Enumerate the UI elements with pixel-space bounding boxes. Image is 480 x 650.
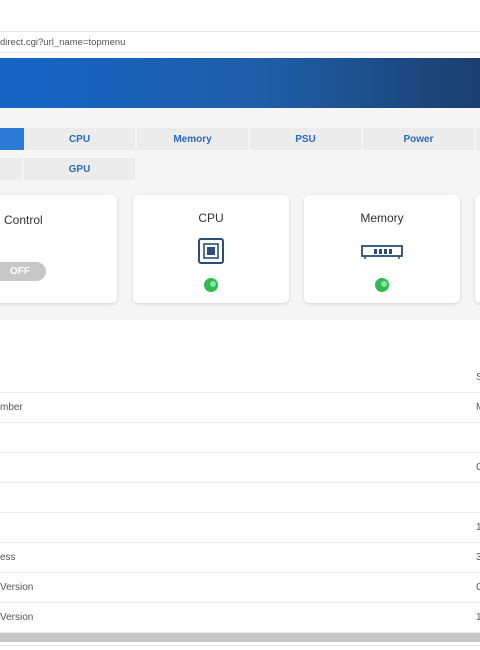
url-text[interactable]: direct.cgi?url_name=topmenu [0,37,125,48]
browser-toolbar [0,0,480,32]
tab-label: CPU [68,133,91,145]
tab-power[interactable]: Power [363,128,474,150]
row-value: C [476,462,480,473]
tab-memory[interactable]: Memory [137,128,248,150]
status-strip [0,645,480,650]
next-card-partial[interactable] [475,195,480,303]
address-bar[interactable]: direct.cgi?url_name=topmenu [0,33,480,53]
row-value: M [476,402,480,413]
row-label: mber [0,402,23,413]
table-row: Version 1 [0,603,480,633]
tab-psu[interactable]: PSU [250,128,361,150]
cpu-card[interactable]: CPU [133,195,289,303]
row-label: ess [0,552,16,563]
info-table: S mber M C 1 ess 3 Version C Version 1 [0,363,480,633]
tab-cpu[interactable]: CPU [24,128,135,150]
row-label: Version [0,612,34,623]
card-title: CPU [198,211,224,225]
toggle-label: OFF [10,266,30,277]
table-row: C [0,453,480,483]
table-row: Version C [0,573,480,603]
memory-card[interactable]: Memory [304,195,460,303]
tab-row2-first[interactable] [0,158,22,180]
table-row: 1 [0,513,480,543]
tab-active[interactable] [0,128,24,150]
table-row [0,483,480,513]
cpu-chip-icon [197,237,225,270]
table-row: ess 3 [0,543,480,573]
row-value: C [476,582,480,593]
tab-label: GPU [68,163,91,175]
control-card: D Control [0,195,117,303]
header-banner [0,58,480,108]
table-row: S [0,363,480,393]
tab-gpu[interactable]: GPU [24,158,135,180]
tab-label: PSU [295,133,316,145]
row-value: 1 [476,522,480,533]
cpu-status-ok-icon [204,278,218,292]
horizontal-scrollbar[interactable] [0,633,480,642]
row-value: 3 [476,552,480,563]
row-value: S [476,372,480,383]
tab-label: Memory [173,133,212,145]
table-row: mber M [0,393,480,423]
card-title: Memory [360,211,404,225]
tab-overflow[interactable] [476,128,480,150]
memory-status-ok-icon [375,278,389,292]
tab-label: Power [403,133,434,145]
table-row [0,423,480,453]
row-value: 1 [476,612,480,623]
control-toggle[interactable]: OFF [0,262,46,281]
memory-module-icon [361,244,403,265]
row-label: Version [0,582,34,593]
card-title: D Control [0,213,43,227]
